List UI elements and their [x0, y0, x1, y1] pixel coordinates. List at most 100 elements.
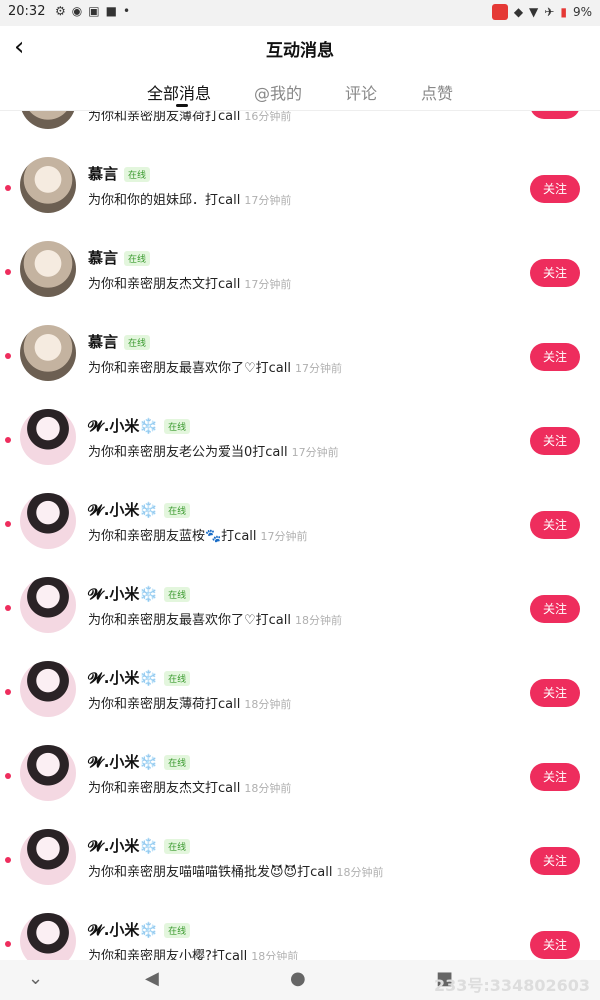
avatar[interactable]	[20, 493, 76, 549]
avatar[interactable]	[20, 577, 76, 633]
tab-bar: 全部消息 @我的 评论 点赞	[0, 72, 600, 111]
unread-dot	[5, 773, 11, 779]
tab-likes[interactable]: 点赞	[421, 80, 453, 104]
message-row[interactable]: 𝓦.小米❄️ 在线为你和亲密朋友老公为爱当0打call 17分钟前 关注	[0, 395, 600, 479]
message-time: 17分钟前	[291, 446, 339, 459]
system-icons: ◆ ▼ ✈ ▮ 9%	[491, 4, 592, 20]
active-tab-indicator	[176, 104, 188, 107]
header: ‹ 互动消息	[0, 26, 600, 70]
message-body: 为你和亲密朋友杰文打call	[88, 781, 241, 796]
message-text: 为你和你的姐妹邱．打call 17分钟前	[88, 189, 291, 208]
chevron-down-icon[interactable]: ⌄	[28, 968, 43, 989]
notification-icons: ⚙ ◉ ▣ ■ •	[55, 4, 130, 18]
tab-mentions[interactable]: @我的	[254, 80, 302, 104]
message-text: 为你和亲密朋友杰文打call 17分钟前	[88, 273, 291, 292]
message-time: 18分钟前	[295, 614, 342, 627]
online-badge: 在线	[164, 419, 191, 434]
user-name-text: 𝓦.小米❄️	[88, 417, 159, 435]
user-name[interactable]: 𝓦.小米❄️ 在线	[88, 835, 191, 856]
follow-button[interactable]: 关注	[530, 595, 580, 623]
user-name[interactable]: 𝓦.小米❄️ 在线	[88, 919, 191, 940]
online-badge: 在线	[164, 587, 191, 602]
message-row[interactable]: 𝓦.小米❄️ 在线为你和亲密朋友蓝桉🐾打call 17分钟前 关注	[0, 479, 600, 563]
avatar[interactable]	[20, 661, 76, 717]
avatar[interactable]	[20, 241, 76, 297]
circle-home-icon[interactable]: ●	[290, 968, 306, 989]
avatar[interactable]	[20, 745, 76, 801]
status-bar: 20:32 ⚙ ◉ ▣ ■ • ◆ ▼ ✈ ▮ 9%	[0, 0, 600, 26]
follow-button[interactable]: 关注	[530, 763, 580, 791]
user-name[interactable]: 𝓦.小米❄️ 在线	[88, 751, 191, 772]
message-row[interactable]: 𝓦.小米❄️ 在线 为你和亲密朋友薄荷打call 18分钟前 关注	[0, 647, 600, 731]
message-row[interactable]: 𝓦.小米❄️ 在线为你和亲密朋友最喜欢你了♡打call 18分钟前 关注	[0, 563, 600, 647]
record-icon	[491, 4, 508, 20]
message-body: 为你和亲密朋友蓝桉🐾打call	[88, 529, 257, 544]
follow-button[interactable]: 关注	[530, 259, 580, 287]
user-name-text: 慕言	[88, 333, 119, 351]
settings-icon: ⚙	[55, 4, 66, 18]
dot-icon: •	[122, 4, 131, 18]
avatar[interactable]	[20, 829, 76, 885]
online-badge: 在线	[124, 251, 151, 266]
user-name-text: 𝓦.小米❄️	[88, 669, 159, 687]
message-row[interactable]: 慕言 在线 为你和亲密朋友最喜欢你了♡打call 17分钟前 关注	[0, 311, 600, 395]
message-row[interactable]: 慕言 在线为你和亲密朋友杰文打call 17分钟前 关注	[0, 227, 600, 311]
tab-all-messages[interactable]: 全部消息	[147, 80, 211, 104]
message-time: 18分钟前	[336, 866, 384, 879]
user-name[interactable]: 慕言 在线	[88, 247, 151, 268]
user-name[interactable]: 𝓦.小米❄️ 在线	[88, 499, 191, 520]
signal-icon: ◆	[513, 5, 524, 19]
message-row[interactable]: 𝓦.小米❄️ 在线为你和亲密朋友杰文打call 18分钟前 关注	[0, 731, 600, 815]
message-time: 18分钟前	[244, 782, 292, 795]
user-name[interactable]: 慕言 在线	[88, 163, 151, 184]
triangle-back-icon[interactable]: ◀	[145, 968, 159, 989]
message-text: 为你和亲密朋友薄荷打call 16分钟前	[88, 111, 291, 124]
online-badge: 在线	[164, 755, 191, 770]
message-body: 为你和亲密朋友小樱?打call	[88, 949, 248, 960]
user-name[interactable]: 𝓦.小米❄️ 在线	[88, 667, 191, 688]
message-time: 18分钟前	[244, 698, 292, 711]
app-icon: ◉	[71, 4, 83, 18]
user-name-text: 𝓦.小米❄️	[88, 837, 159, 855]
unread-dot	[5, 521, 11, 527]
online-badge: 在线	[164, 839, 191, 854]
tab-comments[interactable]: 评论	[345, 80, 377, 104]
avatar[interactable]	[20, 111, 76, 129]
unread-dot	[5, 941, 11, 947]
avatar[interactable]	[20, 157, 76, 213]
user-name[interactable]: 慕言 在线	[88, 331, 151, 352]
user-name[interactable]: 𝓦.小米❄️ 在线	[88, 415, 191, 436]
message-body: 为你和亲密朋友杰文打call	[88, 277, 241, 292]
message-row[interactable]: 慕言 在线为你和你的姐妹邱．打call 17分钟前 关注	[0, 143, 600, 227]
unread-dot	[5, 437, 11, 443]
unread-dot	[5, 689, 11, 695]
message-row[interactable]: 为你和亲密朋友薄荷打call16分钟前 关注	[0, 111, 600, 143]
follow-button[interactable]: 关注	[530, 931, 580, 959]
online-badge: 在线	[164, 671, 191, 686]
follow-button[interactable]: 关注	[530, 427, 580, 455]
message-row[interactable]: 𝓦.小米❄️ 在线 为你和亲密朋友小樱?打call 18分钟前 关注	[0, 899, 600, 960]
follow-button[interactable]: 关注	[530, 111, 580, 119]
avatar[interactable]	[20, 325, 76, 381]
wifi-icon: ▼	[529, 5, 539, 19]
message-body: 为你和亲密朋友最喜欢你了♡打call	[88, 361, 291, 376]
follow-button[interactable]: 关注	[530, 679, 580, 707]
avatar[interactable]	[20, 409, 76, 465]
message-time: 17分钟前	[260, 530, 308, 543]
message-body: 为你和亲密朋友最喜欢你了♡打call	[88, 613, 291, 628]
message-body: 为你和亲密朋友喵喵喵铁桶批发😈😈打call	[88, 865, 333, 880]
message-row[interactable]: 𝓦.小米❄️ 在线为你和亲密朋友喵喵喵铁桶批发😈😈打call 18分钟前 关注	[0, 815, 600, 899]
follow-button[interactable]: 关注	[530, 511, 580, 539]
follow-button[interactable]: 关注	[530, 343, 580, 371]
message-text: 为你和亲密朋友老公为爱当0打call 17分钟前	[88, 441, 339, 460]
user-name-text: 慕言	[88, 249, 119, 267]
message-body: 为你和亲密朋友薄荷打call	[88, 111, 241, 124]
avatar[interactable]	[20, 913, 76, 960]
follow-button[interactable]: 关注	[530, 847, 580, 875]
user-name[interactable]: 𝓦.小米❄️ 在线	[88, 583, 191, 604]
follow-button[interactable]: 关注	[530, 175, 580, 203]
message-text: 为你和亲密朋友喵喵喵铁桶批发😈😈打call 18分钟前	[88, 861, 383, 880]
message-time: 17分钟前	[244, 278, 292, 291]
message-text: 为你和亲密朋友最喜欢你了♡打call 18分钟前	[88, 609, 342, 628]
message-body: 为你和亲密朋友老公为爱当0打call	[88, 445, 288, 460]
